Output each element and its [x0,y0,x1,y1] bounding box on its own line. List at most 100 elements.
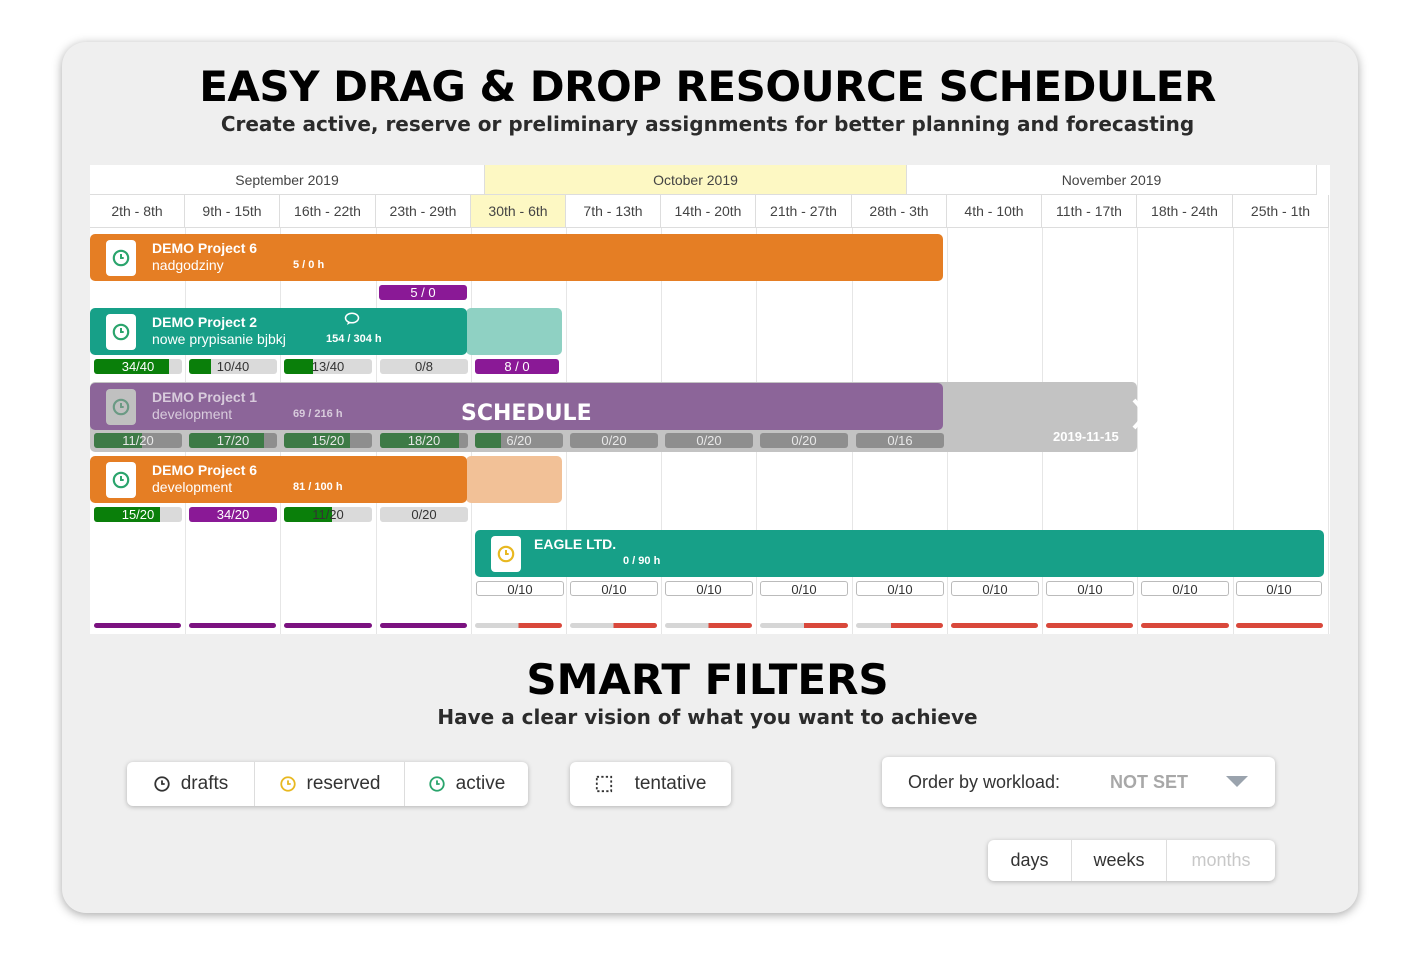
clock-icon [279,776,296,792]
resource-gantt: September 2019 October 2019 November 201… [90,165,1330,634]
hours-pill: 0/10 [1141,581,1229,596]
assignment-task-name: development [152,406,233,422]
hours-pill: 0/10 [665,581,753,596]
assignment-bar[interactable]: DEMO Project 6 development 81 / 100 h [90,456,467,503]
hours-pill: 0/10 [951,581,1039,596]
assignment-task-name: nadgodziny [152,257,224,273]
page-subtitle: Create active, reserve or preliminary as… [220,112,1195,136]
view-weeks-button[interactable]: weeks [1072,840,1167,881]
assignment-project-name: DEMO Project 6 [152,240,258,256]
week-header-current: 30th - 6th [471,195,566,228]
chevron-right-icon[interactable] [1130,397,1152,431]
assignment-hours: 154 / 304 h [326,333,382,345]
workload-bar [189,623,276,628]
dashed-square-icon [595,775,612,793]
assignment-project-name: DEMO Project 1 [152,389,258,405]
week-header: 18th - 24th [1137,195,1233,228]
hours-pill: 5 / 0 [379,285,467,300]
week-header: 21th - 27th [756,195,852,228]
week-header: 16th - 22th [280,195,376,228]
filter-drafts-button[interactable]: drafts [127,762,255,806]
filter-reserved-button[interactable]: reserved [255,762,405,806]
tentative-filter: tentative [570,762,731,806]
hours-pill: 18/20 [380,433,468,448]
filter-tentative-button[interactable]: tentative [570,762,731,806]
workload-bar [951,623,1038,628]
hours-pill: 11/20 [284,507,372,522]
order-value: NOT SET [1110,772,1189,792]
section-subtitle: Have a clear vision of what you want to … [437,705,978,729]
clock-icon [106,314,136,350]
order-by-workload-select[interactable]: Order by workload: NOT SET [882,757,1275,807]
caret-down-icon [1226,776,1248,787]
view-months-button[interactable]: months [1167,840,1275,881]
page-title: EASY DRAG & DROP RESOURCE SCHEDULER [199,62,1216,111]
assignment-hours: 81 / 100 h [293,481,343,493]
hours-pill: 34/40 [94,359,182,374]
comment-icon[interactable] [344,312,360,326]
month-header-september: September 2019 [90,165,485,195]
hours-pill: 6/20 [475,433,563,448]
workload-bar [1141,623,1229,628]
month-header-october: October 2019 [485,165,907,195]
clock-icon [154,776,170,792]
hours-pill: 15/20 [94,507,182,522]
hours-pill: 0/20 [760,433,848,448]
section-title: SMART FILTERS [526,655,889,704]
assignment-ghost-bar [466,456,562,503]
assignment-hours: 0 / 90 h [623,555,661,567]
assignment-bar[interactable]: DEMO Project 6 nadgodziny 5 / 0 h [90,234,943,281]
assignment-bar[interactable]: EAGLE LTD. 0 / 90 h [475,530,1324,577]
drag-schedule-label: SCHEDULE [461,401,592,426]
workload-bar [1046,623,1133,628]
week-header: 7th - 13th [566,195,661,228]
view-days-button[interactable]: days [988,840,1072,881]
clock-icon [106,462,136,498]
clock-icon [491,536,521,572]
assignment-bar[interactable]: DEMO Project 2 nowe prypisanie bjbkj 154… [90,308,467,355]
hours-pill: 13/40 [284,359,372,374]
hours-pill: 0/10 [1046,581,1134,596]
hours-pill: 34/20 [189,507,277,522]
assignment-hours: 5 / 0 h [293,259,325,271]
week-header: 14th - 20th [661,195,756,228]
hours-pill: 0/10 [856,581,944,596]
hours-pill: 0/10 [476,581,564,596]
clock-icon [429,776,445,792]
view-switcher: days weeks months [988,840,1275,881]
assignment-project-name: DEMO Project 2 [152,314,258,330]
hours-pill: 17/20 [189,433,277,448]
workload-bar [475,623,562,628]
assignment-task-name: development [152,479,233,495]
hours-pill: 0/20 [380,507,468,522]
workload-bar [1236,623,1323,628]
assignment-ghost-bar [466,308,562,355]
hours-pill: 0/20 [665,433,753,448]
clock-icon [106,240,136,276]
hours-pill: 0/16 [856,433,944,448]
workload-bar [856,623,943,628]
filter-active-button[interactable]: active [405,762,528,806]
week-header: 11th - 17th [1042,195,1137,228]
hours-pill: 0/10 [1236,581,1322,596]
hours-pill: 8 / 0 [475,359,559,374]
workload-bar [284,623,372,628]
workload-bar [94,623,181,628]
hours-pill: 0/20 [570,433,658,448]
week-header: 9th - 15th [185,195,280,228]
workload-bar [665,623,752,628]
week-header: 23th - 29th [376,195,471,228]
week-header: 2th - 8th [90,195,185,228]
assignment-hours: 69 / 216 h [293,408,343,420]
week-header: 25th - 1th [1233,195,1329,228]
hours-pill: 0/8 [380,359,468,374]
hours-pill: 15/20 [284,433,372,448]
status-filter-group: drafts reserved active [127,762,528,806]
assignment-task-name: nowe prypisanie bjbkj [152,331,286,347]
hours-pill: 10/40 [189,359,277,374]
clock-icon [106,389,136,425]
hours-pill: 11/20 [94,433,182,448]
order-label: Order by workload: [908,772,1061,792]
assignment-project-name: DEMO Project 6 [152,462,258,478]
month-header-november: November 2019 [907,165,1317,195]
